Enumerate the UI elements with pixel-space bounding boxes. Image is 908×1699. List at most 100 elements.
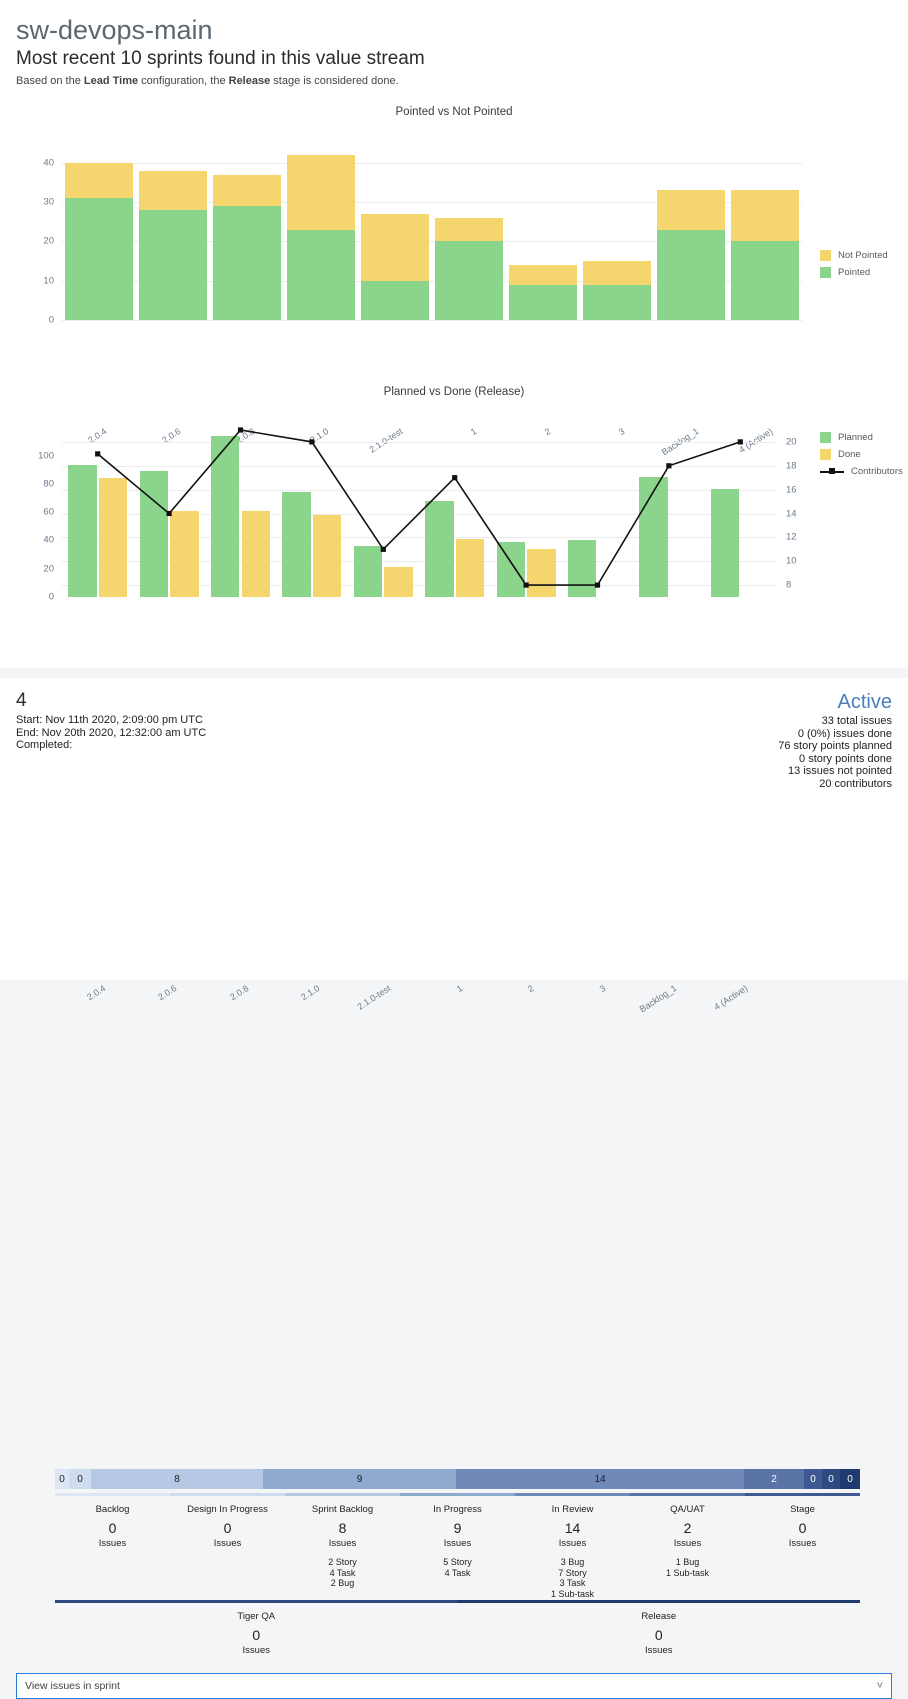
stage-column[interactable]: Tiger QA 0 Issues xyxy=(55,1600,458,1657)
stage-column-name: In Review xyxy=(551,1504,594,1515)
chart2-y2-tick: 10 xyxy=(786,555,797,567)
sprint-end: End: Nov 20th 2020, 12:32:00 am UTC xyxy=(16,726,207,739)
breakdown-line: 3 Task xyxy=(559,1578,586,1588)
sprint-stat-line: 0 story points done xyxy=(799,752,892,765)
bar-not-pointed xyxy=(730,190,800,242)
bar-pointed xyxy=(434,241,504,320)
chart2-x-tick: 2.0.8 xyxy=(227,983,250,1003)
stage-progress-bar[interactable]: 0 0 8 9 14 2 0 0 0 xyxy=(55,1469,860,1489)
stage-column[interactable]: Backlog 0 Issues xyxy=(55,1493,170,1599)
stage-bar-segment[interactable]: 0 xyxy=(840,1469,860,1489)
stage-bar-segment[interactable]: 0 xyxy=(804,1469,822,1489)
chart2-x-tick: 2.1.0-test xyxy=(355,983,393,1012)
stage-column-top-bar xyxy=(55,1600,458,1603)
chart2-y-tick: 0 xyxy=(48,591,54,603)
stage-bar-segment[interactable]: 0 xyxy=(55,1469,69,1489)
bar-pointed xyxy=(138,210,208,320)
stage-bar-segment[interactable]: 9 xyxy=(263,1469,456,1489)
stage-column[interactable]: Sprint Backlog 8 Issues 2 Story 4 Task 2 Bug xyxy=(285,1493,400,1599)
bar-pointed xyxy=(212,206,282,320)
breakdown-line: 5 Story xyxy=(443,1557,472,1567)
stage-column-unit: Issues xyxy=(328,1538,357,1549)
stage-column-unit: Issues xyxy=(213,1538,242,1549)
chevron-down-icon: ˅ xyxy=(876,1680,883,1692)
chart2-y-tick: 40 xyxy=(43,534,54,546)
stage-column-name: Release xyxy=(641,1611,677,1622)
stage-column[interactable]: QA/UAT 2 Issues 1 Bug 1 Sub-task xyxy=(630,1493,745,1599)
chart2-y2-tick: 18 xyxy=(786,460,797,472)
note-prefix: Based on the xyxy=(16,75,84,87)
stage-column-name: Sprint Backlog xyxy=(311,1504,374,1515)
stage-bar-segment[interactable]: 2 xyxy=(744,1469,804,1489)
chart2-y2-tick: 16 xyxy=(786,484,797,496)
legend-item: Done xyxy=(820,447,903,462)
bar-not-pointed xyxy=(656,190,726,230)
sprint-stat-line: 20 contributors xyxy=(819,777,892,790)
breakdown-line: 1 Sub-task xyxy=(550,1588,595,1599)
stage-column[interactable]: Stage 0 Issues xyxy=(745,1493,860,1599)
chart2-x-tick: 1 xyxy=(454,983,465,995)
breakdown-line: 2 Story xyxy=(328,1557,357,1567)
stage-column-top-bar xyxy=(515,1493,630,1496)
chart1-y-tick: 10 xyxy=(43,275,54,287)
chart2-x-tick: 4 (Active) xyxy=(712,983,750,1013)
bar-not-pointed xyxy=(138,170,208,210)
sprint-stats: 33 total issues 0 (0%) issues done 76 stor… xyxy=(778,715,892,791)
chart1-y-tick: 40 xyxy=(43,157,54,169)
bar-pointed xyxy=(730,241,800,320)
bar-not-pointed xyxy=(360,213,430,281)
legend-item: Contributors xyxy=(820,464,903,479)
charts-panel: sw-devops-main Most recent 10 sprints fo… xyxy=(0,0,908,1014)
stage-column-unit: Issues xyxy=(788,1538,817,1549)
page-title: sw-devops-main xyxy=(16,15,213,45)
stage-column-unit: Issues xyxy=(673,1538,702,1549)
stage-column[interactable]: In Progress 9 Issues 5 Story 4 Task xyxy=(400,1493,515,1599)
stage-bar-segment[interactable]: 8 xyxy=(91,1469,263,1489)
bar-not-pointed xyxy=(508,265,578,285)
stage-column-unit: Issues xyxy=(645,1645,673,1656)
chart2-x-tick: Backlog_1 xyxy=(637,983,679,1015)
chart2-y2-tick: 20 xyxy=(786,436,797,448)
chart1-legend: Not Pointed Pointed xyxy=(820,248,888,282)
stage-column-top-bar xyxy=(285,1493,400,1496)
sprint-name: 4 xyxy=(16,690,27,711)
stage-column[interactable]: In Review 14 Issues 3 Bug 7 Story 3 Task 1 Sub… xyxy=(515,1493,630,1599)
sprint-stat-line: 0 (0%) issues done xyxy=(797,727,892,740)
stage-column-count: 0 xyxy=(654,1627,663,1643)
stage-bar-segment[interactable]: 0 xyxy=(822,1469,840,1489)
stage-column-top-bar xyxy=(400,1493,515,1496)
bar-not-pointed xyxy=(582,261,652,285)
note-bold-lead-time: Lead Time xyxy=(83,75,139,87)
chart2-y2-tick: 12 xyxy=(786,531,797,543)
chart1-plot xyxy=(62,155,802,321)
stage-column-count: 0 xyxy=(798,1520,807,1536)
chart2-y-tick: 60 xyxy=(43,506,54,518)
legend-swatch xyxy=(820,250,831,261)
stage-column-top-bar xyxy=(457,1600,860,1603)
bar-pointed xyxy=(64,198,134,320)
stage-column-breakdown: 2 Story 4 Task 2 Bug xyxy=(285,1557,400,1589)
legend-line-marker xyxy=(820,466,844,477)
stage-column-count: 0 xyxy=(108,1520,117,1536)
view-issues-select[interactable]: View issues in sprint ˅ xyxy=(16,1673,892,1699)
stage-column[interactable]: Release 0 Issues xyxy=(457,1600,860,1657)
stage-column-top-bar xyxy=(55,1493,170,1496)
stage-bar-segment[interactable]: 0 xyxy=(69,1469,91,1489)
breakdown-line: 2 Bug xyxy=(330,1578,355,1588)
stage-column-name: Design In Progress xyxy=(187,1504,268,1515)
sprint-dates: Start: Nov 11th 2020, 2:09:00 pm UTC End… xyxy=(16,714,892,752)
stage-bar-segment[interactable]: 14 xyxy=(456,1469,744,1489)
sprint-stat-line: 13 issues not pointed xyxy=(788,765,892,778)
legend-label: Planned xyxy=(838,432,873,443)
legend-label: Pointed xyxy=(838,267,871,278)
chart2-y2-tick: 14 xyxy=(786,508,797,519)
breakdown-line: 7 Story xyxy=(558,1567,587,1578)
chart1-y-tick: 0 xyxy=(48,314,54,326)
stage-column[interactable]: Design In Progress 0 Issues xyxy=(170,1493,285,1599)
chart2-x-tick: 2.1.0 xyxy=(299,983,322,1003)
note-suffix: stage is considered done. xyxy=(270,75,399,87)
stage-columns-row-1: Backlog 0 Issues Design In Progress 0 Issues S… xyxy=(55,1493,860,1599)
bar-pointed xyxy=(582,284,652,320)
chart2-legend: Planned Done Contributors xyxy=(820,430,903,481)
sprint-header: 4 Start: Nov 11th 2020, 2:09:00 pm UTC E… xyxy=(0,678,908,790)
